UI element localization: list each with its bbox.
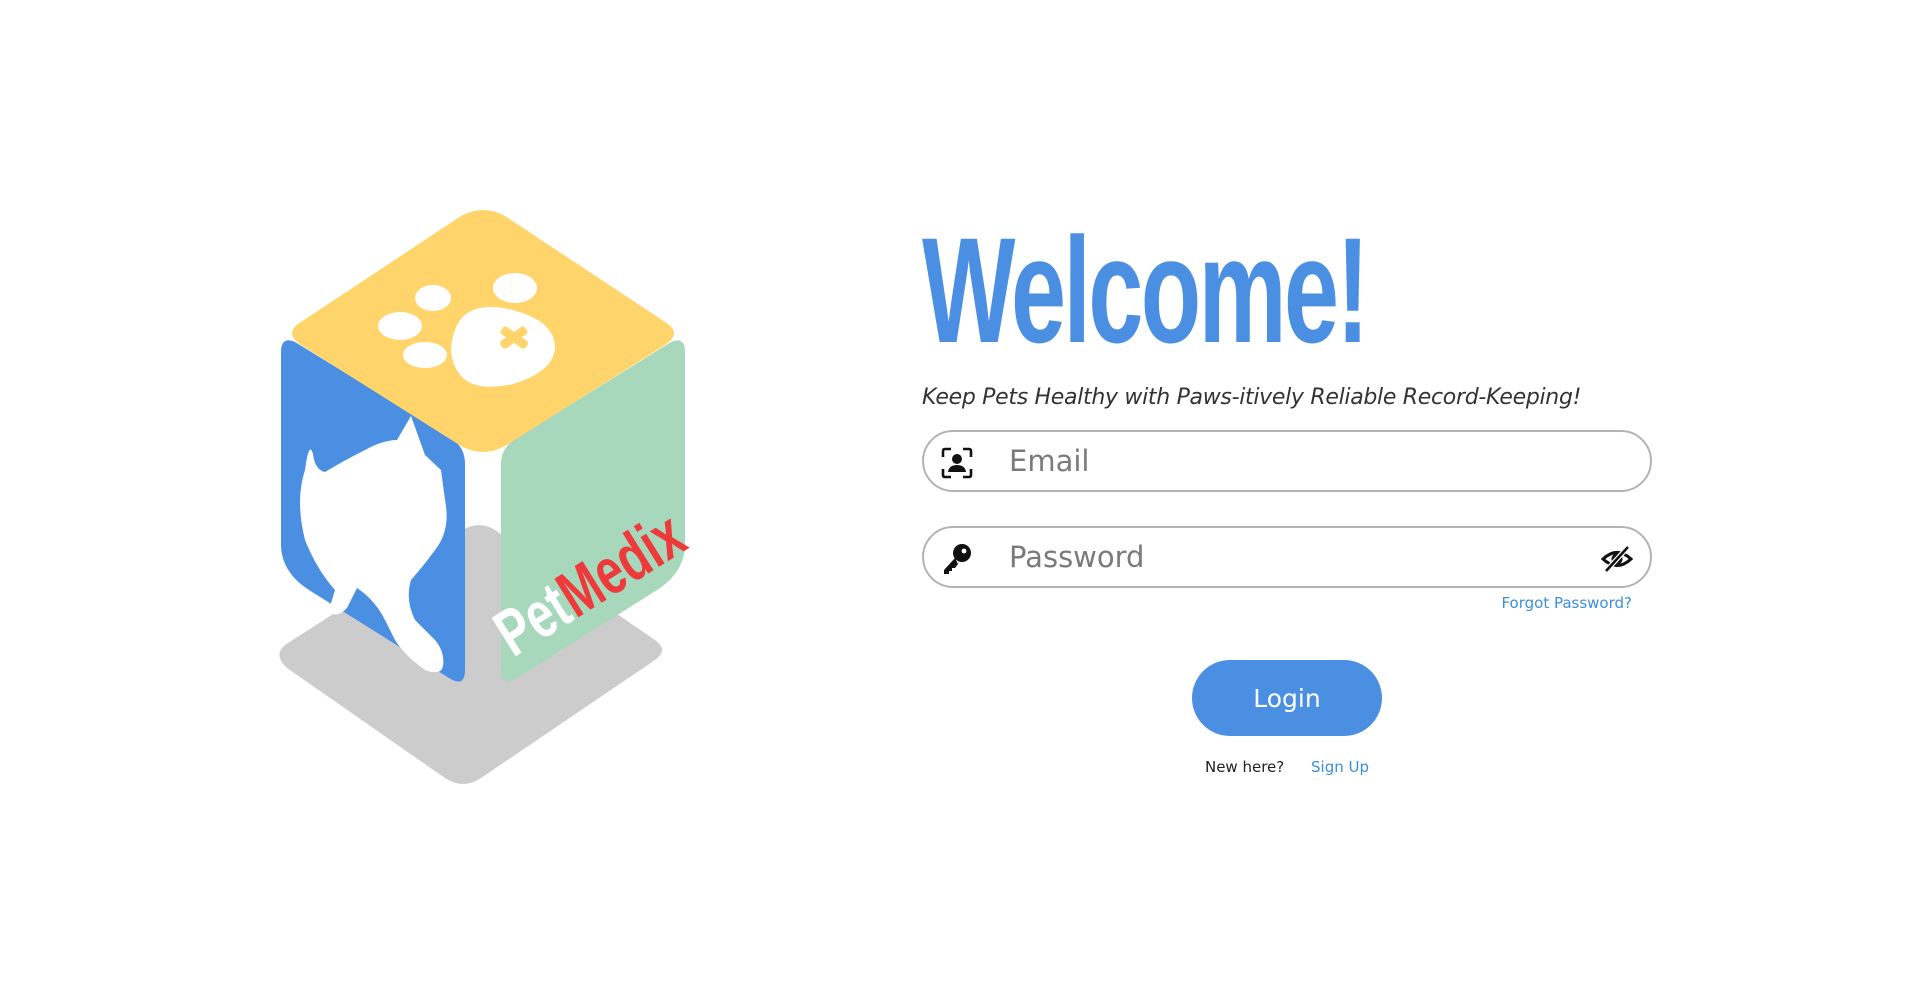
login-panel: Welcome! Keep Pets Healthy with Paws-iti… <box>922 215 1657 776</box>
petmedix-logo: PetMedix <box>265 200 695 800</box>
login-button[interactable]: Login <box>1192 660 1382 736</box>
key-icon <box>940 542 974 576</box>
password-field[interactable] <box>922 526 1652 588</box>
user-id-icon <box>940 446 974 480</box>
forgot-password-link[interactable]: Forgot Password? <box>922 594 1632 612</box>
login-page: PetMedix Welcome! Keep Pets Healthy with… <box>0 0 1916 986</box>
email-input[interactable] <box>1009 440 1569 482</box>
email-field[interactable] <box>922 430 1652 492</box>
sign-up-link[interactable]: Sign Up <box>1311 758 1369 776</box>
login-button-row: Login <box>922 660 1652 736</box>
password-input[interactable] <box>1009 536 1569 578</box>
eye-slash-icon[interactable] <box>1600 542 1634 576</box>
new-here-label: New here? <box>1204 758 1285 776</box>
tagline: Keep Pets Healthy with Paws-itively Reli… <box>922 385 1582 410</box>
signup-row: New here? Sign Up <box>922 758 1652 776</box>
page-title: Welcome! <box>922 206 1369 374</box>
